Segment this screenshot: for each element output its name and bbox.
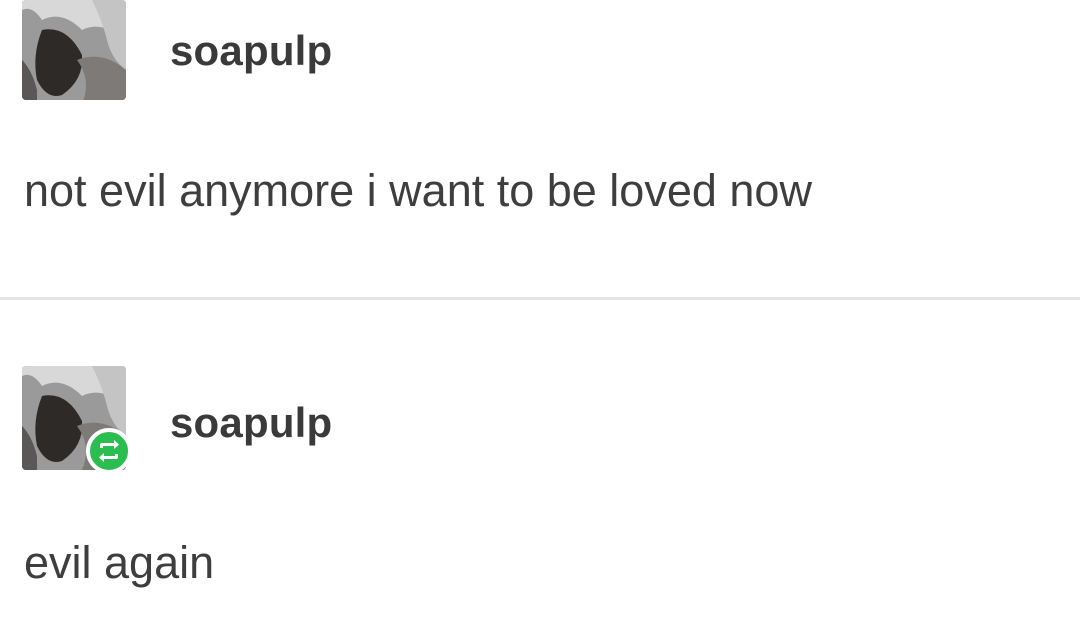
username[interactable]: soapulp <box>170 30 332 72</box>
username[interactable]: soapulp <box>170 402 332 444</box>
post: soapulp not evil anymore i want to be lo… <box>0 0 1080 298</box>
post-text: not evil anymore i want to be loved now <box>24 165 812 216</box>
reblog-icon <box>86 428 132 474</box>
reblog-arrows-icon <box>99 440 119 462</box>
avatar[interactable] <box>22 0 126 100</box>
post: soapulp evil again <box>0 300 1080 631</box>
post-text: evil again <box>24 537 215 588</box>
avatar-image <box>22 0 126 100</box>
